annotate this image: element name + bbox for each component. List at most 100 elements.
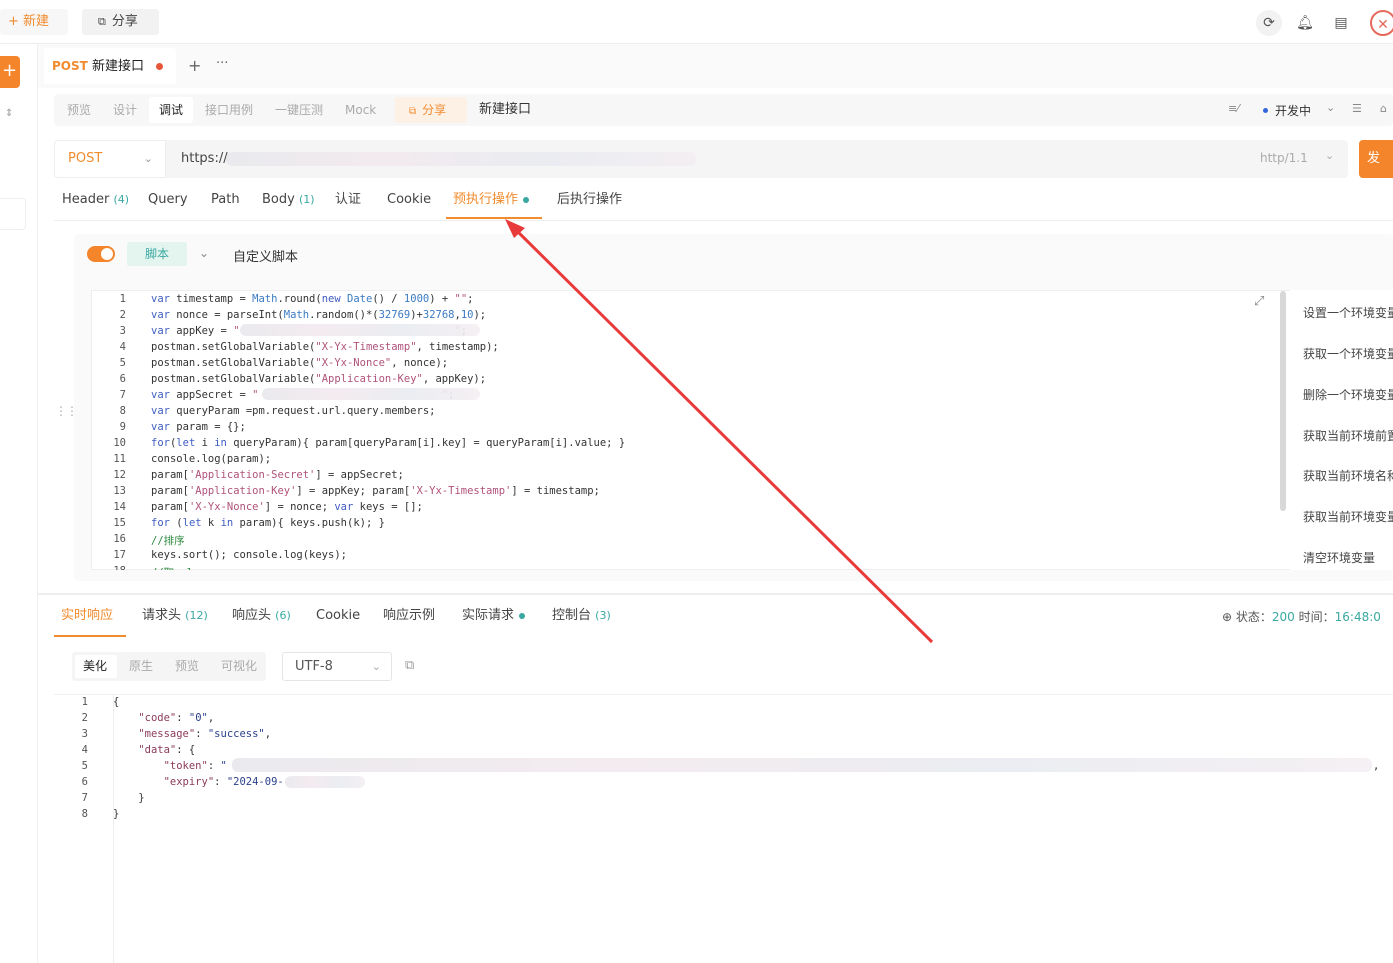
tab-request-headers-label: 请求头 [142, 608, 182, 623]
script-title: 自定义脚本 [233, 250, 299, 265]
refresh-icon[interactable]: ⟳ [1256, 10, 1282, 36]
snippet-item[interactable]: 设置一个环境变量 [1303, 304, 1393, 321]
format-preview[interactable]: 预览 [175, 652, 199, 681]
tab-realtime[interactable]: 实时响应 [54, 604, 126, 637]
tab-cookie[interactable]: Cookie [387, 188, 431, 220]
tab-mock[interactable]: Mock [345, 94, 376, 126]
line-number: 16 [113, 533, 126, 545]
code-line: param['X-Yx-Nonce'] = nonce; var keys = … [151, 501, 423, 513]
request-tab[interactable]: POST 新建接口 [44, 48, 176, 84]
tab-auth[interactable]: 认证 [335, 188, 361, 220]
tab-response-headers-count: (6) [275, 609, 291, 622]
list-icon[interactable]: ☰ [1352, 102, 1362, 115]
tab-header[interactable]: Header (4) [62, 188, 129, 220]
line-number: 3 [119, 325, 126, 337]
tab-body-count: (1) [298, 193, 315, 206]
time-value: 16:48:0 [1334, 610, 1381, 624]
active-dot [523, 196, 530, 203]
tab-actual-request[interactable]: 实际请求 [462, 604, 526, 636]
share-button[interactable]: ⧉ 分享 [82, 9, 159, 35]
tabs-divider [54, 220, 1393, 221]
tab-query[interactable]: Query [148, 188, 188, 220]
drag-handle-icon[interactable]: ⋮⋮ [55, 404, 78, 418]
script-toggle[interactable] [87, 246, 115, 262]
code-line: param['Application-Key'] = appKey; param… [151, 485, 600, 497]
snippet-item[interactable]: 获取当前环境名称 [1303, 467, 1393, 484]
line-number: 4 [119, 341, 126, 353]
line-number: 9 [119, 421, 126, 433]
new-button[interactable]: + 新建 [0, 9, 68, 35]
tab-response-cookie[interactable]: Cookie [316, 604, 360, 636]
share-chip-label: 分享 [422, 103, 447, 117]
status-code: 200 [1271, 610, 1295, 624]
share-chip[interactable]: ⧉ 分享 [395, 97, 467, 123]
method-badge: POST [52, 59, 88, 73]
snippet-item[interactable]: 获取当前环境变量 [1303, 508, 1393, 525]
tab-response-headers[interactable]: 响应头 (6) [232, 604, 291, 636]
method-value: POST [68, 151, 103, 166]
line-number: 2 [81, 712, 88, 724]
chevron-down-icon: ⌄ [1325, 149, 1335, 162]
lock-icon[interactable]: ⌂ [1380, 102, 1387, 115]
tab-cases[interactable]: 接口用例 [205, 94, 253, 126]
env-select[interactable]: 开发中 [1275, 102, 1311, 119]
tab-response-example[interactable]: 响应示例 [383, 604, 435, 636]
copy-icon[interactable]: ⧉ [405, 658, 414, 673]
request-tab-name: 新建接口 [91, 59, 144, 74]
tab-preview[interactable]: 预览 [67, 94, 91, 126]
tab-pre-script[interactable]: 预执行操作 [446, 188, 542, 219]
expand-icon[interactable]: ⤢ [1254, 294, 1264, 309]
code-line: param['Application-Secret'] = appSecret; [151, 469, 404, 481]
tab-console[interactable]: 控制台 (3) [552, 604, 611, 636]
tab-post-script[interactable]: 后执行操作 [557, 188, 622, 220]
avatar[interactable]: ✕ [1370, 10, 1393, 36]
document-icon[interactable]: ▤ [1328, 10, 1354, 36]
sort-icon[interactable]: ⇕ [5, 108, 13, 119]
tab-path[interactable]: Path [211, 188, 240, 220]
url-prefix: https:// [181, 151, 228, 166]
add-tab-icon[interactable]: + [188, 56, 201, 75]
code-line: var timestamp = Math.round(new Date() / … [151, 293, 474, 305]
snippet-item[interactable]: 获取一个环境变量 [1303, 345, 1393, 362]
more-icon[interactable]: ··· [216, 56, 228, 71]
code-line: var param = {}; [151, 421, 246, 433]
tab-body[interactable]: Body (1) [262, 188, 315, 220]
method-select[interactable]: POST ⌄ [54, 140, 166, 178]
mode-bar [54, 94, 1393, 126]
tab-request-headers[interactable]: 请求头 (12) [142, 604, 208, 636]
share-label: 分享 [111, 14, 138, 29]
bell-icon[interactable]: 🔔︎ [1292, 10, 1318, 36]
format-pretty[interactable]: 美化 [83, 652, 107, 681]
line-number: 5 [81, 760, 88, 772]
tab-design[interactable]: 设计 [113, 94, 137, 126]
encoding-select[interactable]: UTF-8 ⌄ [282, 652, 392, 681]
status-area: ⊕ 状态：200 时间：16:48:0 [1222, 608, 1381, 625]
format-raw[interactable]: 原生 [129, 652, 153, 681]
line-number: 13 [113, 485, 126, 497]
code-line: console.log(param); [151, 453, 272, 465]
protocol-select[interactable]: http/1.1 [1260, 151, 1308, 165]
snippet-item[interactable]: 清空环境变量 [1303, 549, 1375, 566]
send-button[interactable]: 发 [1359, 140, 1393, 178]
code-line: postman.setGlobalVariable("Application-K… [151, 373, 487, 385]
tab-stress[interactable]: 一键压测 [275, 94, 323, 126]
line-number: 10 [113, 437, 126, 449]
redacted-url [226, 152, 696, 166]
code-line: postman.setGlobalVariable("X-Yx-Timestam… [151, 341, 499, 353]
redacted-expiry [285, 776, 365, 788]
snippet-item[interactable]: 获取当前环境前置 [1303, 427, 1393, 444]
add-icon[interactable]: + [0, 56, 20, 88]
snippet-item[interactable]: 删除一个环境变量 [1303, 386, 1393, 403]
rail-box [0, 198, 26, 230]
format-icon[interactable]: ≡⁄ [1228, 102, 1239, 115]
chevron-down-icon[interactable]: ⌄ [199, 246, 209, 260]
json-line: "token": " [163, 760, 227, 772]
code-line: postman.setGlobalVariable("X-Yx-Nonce", … [151, 357, 449, 369]
tab-debug[interactable]: 调试 [159, 94, 183, 126]
globe-icon: ⊕ [1222, 610, 1233, 624]
line-number: 3 [81, 728, 88, 740]
share-icon: ⧉ [98, 15, 106, 28]
editor-scrollbar[interactable] [1280, 291, 1286, 511]
tab-console-count: (3) [595, 609, 611, 622]
format-visual[interactable]: 可视化 [221, 652, 257, 681]
